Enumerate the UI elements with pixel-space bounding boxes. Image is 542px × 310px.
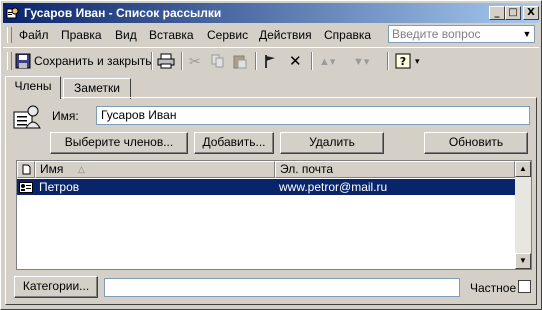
standard-toolbar: Сохранить и закрыть ✂ ✕ ▲▾ ▼▾ ? ▾ — [3, 47, 539, 74]
toolbar-grip[interactable] — [7, 52, 12, 70]
tab-strip: Члены Заметки — [1, 75, 541, 99]
members-list[interactable]: Имя △ Эл. почта Петров www.petror@mail.r… — [16, 160, 532, 270]
dropdown-arrow-icon[interactable]: ▼ — [520, 26, 534, 42]
save-icon — [15, 53, 31, 69]
next-item-button[interactable]: ▼▾ — [353, 51, 369, 71]
member-name-cell: Петров — [39, 180, 80, 194]
scroll-down-icon: ▼ — [519, 256, 527, 265]
menu-grip[interactable] — [7, 27, 12, 43]
contact-card-icon — [19, 182, 33, 193]
icon-column-header[interactable] — [17, 161, 35, 178]
toolbar-separator — [181, 52, 183, 70]
scroll-up-button[interactable]: ▲ — [515, 161, 531, 177]
paste-button[interactable] — [233, 51, 247, 71]
members-panel: Имя: Гусаров Иван Выберите членов... Доб… — [5, 97, 537, 305]
distribution-list-icon — [6, 7, 19, 19]
menu-view[interactable]: Вид — [115, 28, 137, 42]
ask-question-placeholder: Введите вопрос — [392, 27, 481, 41]
delete-button[interactable]: ✕ — [289, 51, 302, 71]
private-checkbox[interactable] — [518, 280, 531, 293]
select-members-button[interactable]: Выберите членов... — [50, 132, 188, 154]
follow-up-flag-button[interactable] — [263, 51, 277, 71]
member-email-cell: www.petror@mail.ru — [279, 180, 388, 194]
maximize-icon: □ — [508, 7, 518, 18]
delete-x-icon: ✕ — [289, 53, 302, 70]
tab-notes[interactable]: Заметки — [63, 78, 131, 99]
menu-actions[interactable]: Действия — [259, 28, 312, 42]
name-column-label: Имя — [40, 162, 64, 176]
tab-members[interactable]: Члены — [5, 76, 61, 99]
print-button[interactable] — [157, 51, 175, 71]
window-title: Гусаров Иван - Список рассылки — [24, 6, 222, 20]
down-arrow-icon: ▼▾ — [353, 55, 370, 68]
scissors-icon: ✂ — [189, 52, 201, 69]
close-icon: X — [527, 7, 535, 18]
update-button[interactable]: Обновить — [424, 132, 528, 154]
svg-text:?: ? — [400, 55, 406, 68]
menu-help[interactable]: Справка — [324, 28, 371, 42]
name-column-header[interactable]: Имя △ — [35, 161, 275, 178]
chevron-down-icon: ▾ — [415, 55, 420, 66]
toolbar-separator — [151, 52, 153, 70]
paste-icon — [233, 55, 247, 68]
menu-file[interactable]: Файл — [19, 28, 49, 42]
ask-question-box[interactable]: Введите вопрос ▼ — [388, 25, 535, 43]
copy-icon — [211, 54, 224, 68]
add-button[interactable]: Добавить... — [194, 132, 274, 154]
delete-member-button[interactable]: Удалить — [280, 132, 384, 154]
close-button[interactable]: X — [523, 6, 539, 20]
menu-tools[interactable]: Сервис — [207, 28, 248, 42]
scroll-down-button[interactable]: ▼ — [515, 253, 531, 269]
document-icon — [22, 164, 30, 175]
distribution-list-window: Гусаров Иван - Список рассылки _ □ X Фай… — [0, 0, 542, 310]
minimize-button[interactable]: _ — [489, 6, 505, 20]
categories-field[interactable] — [104, 278, 460, 297]
name-label: Имя: — [52, 109, 79, 123]
up-arrow-icon: ▲▾ — [319, 55, 336, 68]
menu-edit[interactable]: Правка — [61, 28, 102, 42]
toolbar-separator — [311, 52, 313, 70]
minimize-icon: _ — [494, 7, 500, 18]
categories-button[interactable]: Категории... — [14, 276, 98, 298]
cut-button[interactable]: ✂ — [189, 51, 201, 71]
copy-button[interactable] — [211, 51, 225, 71]
vertical-scrollbar[interactable]: ▲ ▼ — [515, 161, 531, 269]
save-and-close-label: Сохранить и закрыть — [34, 54, 152, 68]
menu-bar: Файл Правка Вид Вставка Сервис Действия … — [3, 24, 539, 46]
scroll-up-icon: ▲ — [519, 164, 527, 173]
name-field[interactable]: Гусаров Иван — [96, 106, 530, 125]
flag-icon — [265, 54, 275, 68]
sort-ascending-icon: △ — [78, 164, 85, 174]
table-row[interactable]: Петров www.petror@mail.ru — [17, 179, 515, 195]
help-button[interactable]: ? ▾ — [395, 51, 420, 71]
toolbar-separator — [255, 52, 257, 70]
save-and-close-button[interactable]: Сохранить и закрыть — [15, 51, 151, 71]
private-label: Частное — [470, 281, 517, 295]
title-bar[interactable]: Гусаров Иван - Список рассылки _ □ X — [3, 3, 539, 23]
contact-list-icon — [13, 105, 41, 129]
printer-icon — [157, 53, 175, 69]
previous-item-button[interactable]: ▲▾ — [319, 51, 335, 71]
email-column-header[interactable]: Эл. почта — [275, 161, 515, 178]
menu-insert[interactable]: Вставка — [149, 28, 194, 42]
toolbar-separator — [387, 52, 389, 70]
maximize-button[interactable]: □ — [505, 6, 521, 20]
help-icon: ? — [395, 53, 411, 69]
